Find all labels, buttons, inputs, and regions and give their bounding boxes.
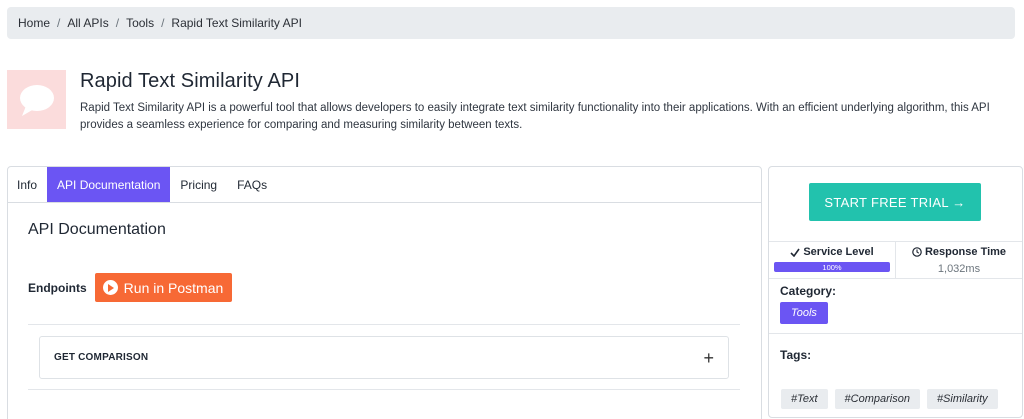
clock-icon <box>912 247 922 257</box>
play-icon <box>102 280 118 295</box>
divider <box>769 333 1022 334</box>
tab-api-documentation[interactable]: API Documentation <box>47 167 171 202</box>
response-time-label: Response Time <box>924 246 1007 258</box>
breadcrumb-current: Rapid Text Similarity API <box>171 16 302 30</box>
page: Home / All APIs / Tools / Rapid Text Sim… <box>0 0 1024 419</box>
service-level-stat: Service Level 100% <box>769 242 895 278</box>
expand-plus-icon[interactable]: + <box>703 349 714 367</box>
tab-info[interactable]: Info <box>8 167 47 202</box>
tags-label: Tags: <box>780 348 812 362</box>
api-description: Rapid Text Similarity API is a powerful … <box>80 102 990 131</box>
check-icon <box>790 248 800 257</box>
service-level-label: Service Level <box>803 246 874 258</box>
category-label: Category: <box>780 284 837 298</box>
breadcrumb-tools[interactable]: Tools <box>126 16 154 30</box>
service-level-fill: 100% <box>774 262 890 272</box>
start-free-trial-button[interactable]: START FREE TRIAL → <box>809 183 981 221</box>
api-logo <box>7 70 66 129</box>
endpoints-label: Endpoints <box>28 280 87 295</box>
tag-list: #Text #Comparison #Similarity <box>781 389 998 409</box>
run-in-postman-button[interactable]: Run in Postman <box>94 273 233 302</box>
documentation-heading: API Documentation <box>28 221 166 238</box>
breadcrumb-all-apis[interactable]: All APIs <box>67 16 108 30</box>
breadcrumb-home[interactable]: Home <box>18 16 50 30</box>
tab-pricing[interactable]: Pricing <box>170 167 227 202</box>
response-time-value: 1,032ms <box>937 263 981 275</box>
run-in-postman-label: Run in Postman <box>123 279 224 296</box>
tag-item[interactable]: #Comparison <box>834 389 920 409</box>
response-time-stat: Response Time 1,032ms <box>895 242 1022 278</box>
divider <box>28 324 740 325</box>
breadcrumb-separator: / <box>115 16 120 30</box>
endpoint-item[interactable]: GET COMPARISON + <box>39 336 729 379</box>
stats-row: Service Level 100% Response Time 1,032ms <box>769 241 1022 279</box>
breadcrumb-separator: / <box>57 16 61 30</box>
side-panel: START FREE TRIAL → Service Level 100% Re… <box>768 166 1023 418</box>
main-panel: Info API Documentation Pricing FAQs API … <box>7 166 762 419</box>
service-level-bar: 100% <box>774 262 890 272</box>
page-title: Rapid Text Similarity API <box>80 70 300 92</box>
tab-faqs[interactable]: FAQs <box>227 167 277 202</box>
breadcrumb: Home / All APIs / Tools / Rapid Text Sim… <box>7 7 1015 39</box>
tag-item[interactable]: #Similarity <box>926 389 998 409</box>
divider <box>28 389 740 390</box>
endpoint-name: GET COMPARISON <box>54 352 149 363</box>
tag-item[interactable]: #Text <box>781 389 828 409</box>
speech-bubble-icon <box>19 84 54 116</box>
tab-bar: Info API Documentation Pricing FAQs <box>8 167 761 203</box>
category-tag[interactable]: Tools <box>780 302 828 324</box>
endpoints-row: Endpoints Run in Postman <box>28 273 233 302</box>
breadcrumb-separator: / <box>161 16 165 30</box>
